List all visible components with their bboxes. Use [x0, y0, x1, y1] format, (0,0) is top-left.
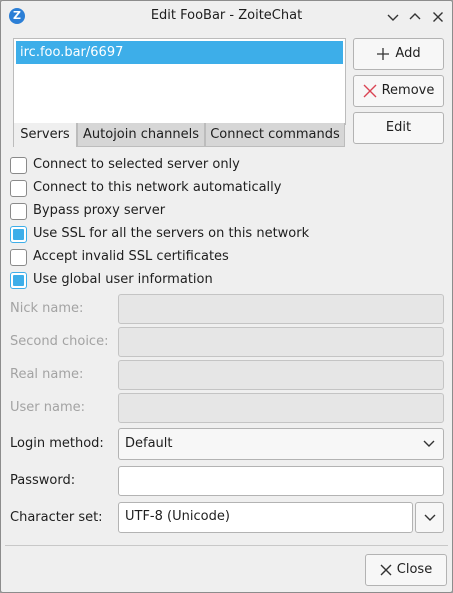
tab-bar: Servers Autojoin channels Connect comman… [13, 123, 346, 148]
plus-icon [377, 48, 390, 60]
character-set-value: UTF-8 (Unicode) [125, 509, 230, 524]
server-list-item[interactable]: irc.foo.bar/6697 [16, 41, 343, 64]
option-label: Bypass proxy server [33, 203, 166, 218]
title-bar[interactable]: Z Edit FooBar - ZoiteChat [1, 1, 452, 32]
chevron-down-icon [387, 14, 399, 21]
edit-button-label: Edit [385, 120, 412, 135]
close-button-label: Close [396, 562, 433, 577]
option-label: Use SSL for all the servers on this netw… [33, 226, 310, 241]
nick-name-label: Nick name: [10, 301, 84, 316]
login-method-value: Default [125, 436, 173, 451]
maximize-button[interactable] [405, 7, 425, 27]
password-input[interactable] [118, 466, 444, 496]
edit-network-dialog: Z Edit FooBar - ZoiteChat irc.foo.bar/66… [0, 0, 453, 593]
checkbox[interactable] [10, 157, 27, 174]
user-name-field [118, 393, 444, 423]
chevron-up-icon [409, 13, 421, 20]
character-set-input[interactable]: UTF-8 (Unicode) [118, 502, 413, 533]
tab-connect-commands[interactable]: Connect commands [205, 123, 345, 147]
server-list[interactable]: irc.foo.bar/6697 [13, 38, 346, 125]
user-name-label: User name: [10, 400, 86, 415]
remove-button-label: Remove [381, 83, 435, 98]
separator [5, 545, 448, 546]
option-label: Accept invalid SSL certificates [33, 249, 229, 264]
remove-x-icon [363, 84, 377, 98]
close-icon [433, 12, 443, 22]
nick-name-field [118, 294, 444, 324]
add-server-button[interactable]: Add [353, 38, 444, 70]
real-name-field [118, 360, 444, 390]
checkbox[interactable] [10, 203, 27, 220]
chevron-down-icon [423, 440, 435, 447]
login-method-label: Login method: [10, 436, 104, 451]
close-button[interactable]: Close [365, 554, 447, 586]
chevron-down-icon [424, 514, 435, 521]
option-label: Use global user information [33, 272, 213, 287]
edit-server-button[interactable]: Edit [353, 112, 444, 144]
close-window-button[interactable] [428, 7, 448, 27]
minimize-button[interactable] [383, 7, 403, 27]
tab-servers[interactable]: Servers [13, 123, 77, 147]
option-label: Connect to this network automatically [33, 180, 282, 195]
second-choice-label: Second choice: [10, 334, 109, 349]
tab-autojoin-channels[interactable]: Autojoin channels [77, 123, 205, 147]
login-method-dropdown[interactable]: Default [118, 428, 444, 460]
option-label: Connect to selected server only [33, 157, 240, 172]
real-name-label: Real name: [10, 367, 84, 382]
password-label: Password: [10, 473, 76, 488]
remove-server-button[interactable]: Remove [353, 75, 444, 107]
add-button-label: Add [395, 46, 421, 61]
second-choice-field [118, 327, 444, 357]
checkbox[interactable] [10, 226, 27, 243]
character-set-dropdown-button[interactable] [415, 502, 444, 533]
checkbox[interactable] [10, 180, 27, 197]
character-set-label: Character set: [10, 510, 103, 525]
checkbox[interactable] [10, 272, 27, 289]
close-icon [380, 564, 392, 576]
checkbox[interactable] [10, 249, 27, 266]
